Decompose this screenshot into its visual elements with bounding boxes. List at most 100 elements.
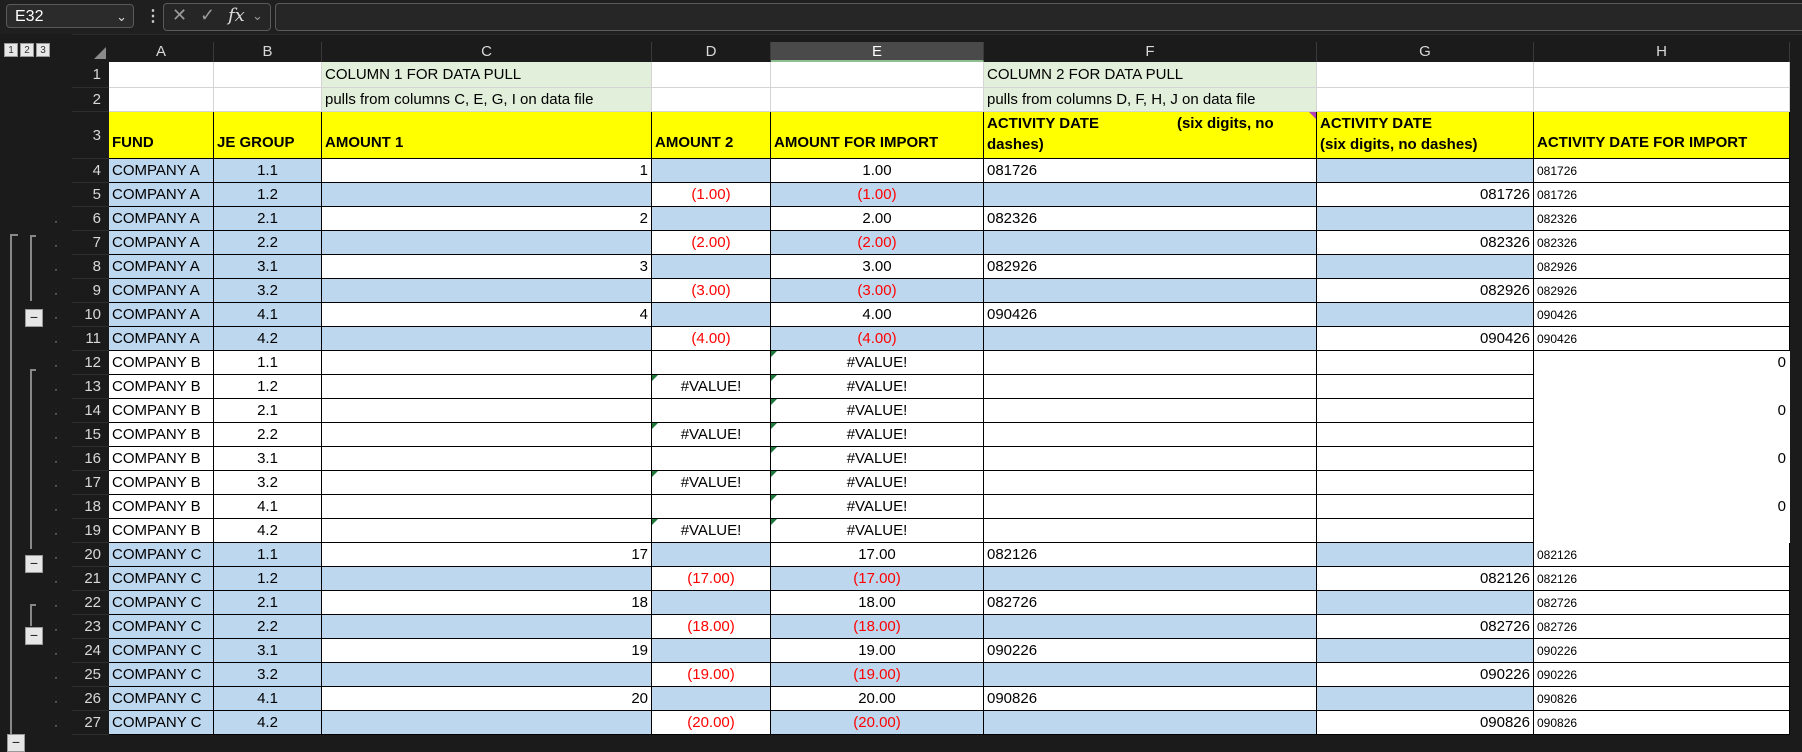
cell-b17[interactable]: 3.2 (214, 471, 322, 495)
row-header-18[interactable]: 18 (72, 495, 109, 519)
cell-c26[interactable]: 20 (322, 687, 652, 711)
row-header-12[interactable]: 12 (72, 351, 109, 375)
row-header-7[interactable]: 7 (72, 231, 109, 255)
insert-function-icon[interactable]: fx (228, 5, 245, 26)
column-header-a[interactable]: A (109, 42, 214, 62)
cell-h16[interactable]: 0 (1534, 447, 1790, 471)
cell-h6[interactable]: 082326 (1534, 207, 1790, 231)
cell-e16[interactable]: #VALUE! (771, 447, 984, 471)
cell-f15[interactable] (984, 423, 1317, 447)
cell-d9[interactable]: (3.00) (652, 279, 771, 303)
cell-a22[interactable]: COMPANY C (109, 591, 214, 615)
cell-f27[interactable] (984, 711, 1317, 735)
cell-g15[interactable] (1317, 423, 1534, 447)
cell-e19[interactable]: #VALUE! (771, 519, 984, 543)
error-indicator-icon[interactable] (652, 471, 658, 477)
outline-level-3-button[interactable]: 3 (36, 43, 50, 57)
cell-g9[interactable]: 082926 (1317, 279, 1534, 303)
cell-a21[interactable]: COMPANY C (109, 567, 214, 591)
header-b[interactable]: JE GROUP (214, 112, 322, 159)
cell-e1[interactable] (771, 62, 984, 88)
cell-a20[interactable]: COMPANY C (109, 543, 214, 567)
cell-c27[interactable] (322, 711, 652, 735)
cell-b22[interactable]: 2.1 (214, 591, 322, 615)
cell-c13[interactable] (322, 375, 652, 399)
cell-e4[interactable]: 1.00 (771, 159, 984, 183)
cell-h11[interactable]: 090426 (1534, 327, 1790, 351)
cell-c19[interactable] (322, 519, 652, 543)
cell-c16[interactable] (322, 447, 652, 471)
column-header-f[interactable]: F (984, 42, 1317, 62)
cell-e25[interactable]: (19.00) (771, 663, 984, 687)
cell-a12[interactable]: COMPANY B (109, 351, 214, 375)
cell-d2[interactable] (652, 88, 771, 112)
error-indicator-icon[interactable] (771, 375, 777, 381)
cell-f22[interactable]: 082726 (984, 591, 1317, 615)
cell-f24[interactable]: 090226 (984, 639, 1317, 663)
header-g[interactable]: ACTIVITY DATE (six digits, no dashes) (1317, 112, 1534, 159)
row-header-5[interactable]: 5 (72, 183, 109, 207)
cell-a5[interactable]: COMPANY A (109, 183, 214, 207)
cell-c4[interactable]: 1 (322, 159, 652, 183)
row-header-8[interactable]: 8 (72, 255, 109, 279)
cell-h21[interactable]: 082126 (1534, 567, 1790, 591)
cell-d6[interactable] (652, 207, 771, 231)
column-header-e[interactable]: E (771, 42, 984, 62)
cell-g7[interactable]: 082326 (1317, 231, 1534, 255)
cell-g11[interactable]: 090426 (1317, 327, 1534, 351)
error-indicator-icon[interactable] (771, 495, 777, 501)
comment-indicator-icon[interactable] (1309, 112, 1316, 119)
cell-d5[interactable]: (1.00) (652, 183, 771, 207)
row-header-13[interactable]: 13 (72, 375, 109, 399)
cancel-icon[interactable]: ✕ (172, 5, 187, 26)
cell-c8[interactable]: 3 (322, 255, 652, 279)
cell-a16[interactable]: COMPANY B (109, 447, 214, 471)
cell-h15[interactable] (1534, 423, 1790, 447)
cell-g19[interactable] (1317, 519, 1534, 543)
cell-b14[interactable]: 2.1 (214, 399, 322, 423)
cell-b1[interactable] (214, 62, 322, 88)
cell-d21[interactable]: (17.00) (652, 567, 771, 591)
cell-a19[interactable]: COMPANY B (109, 519, 214, 543)
cell-c12[interactable] (322, 351, 652, 375)
row-header-14[interactable]: 14 (72, 399, 109, 423)
cell-b6[interactable]: 2.1 (214, 207, 322, 231)
cell-b4[interactable]: 1.1 (214, 159, 322, 183)
cell-h10[interactable]: 090426 (1534, 303, 1790, 327)
header-d[interactable]: AMOUNT 2 (652, 112, 771, 159)
cell-f7[interactable] (984, 231, 1317, 255)
header-a[interactable]: FUND (109, 112, 214, 159)
cell-f16[interactable] (984, 447, 1317, 471)
cell-c11[interactable] (322, 327, 652, 351)
column-header-h[interactable]: H (1534, 42, 1790, 62)
cell-b21[interactable]: 1.2 (214, 567, 322, 591)
cell-d17[interactable]: #VALUE! (652, 471, 771, 495)
cell-e2[interactable] (771, 88, 984, 112)
cell-f17[interactable] (984, 471, 1317, 495)
cell-h5[interactable]: 081726 (1534, 183, 1790, 207)
cell-c9[interactable] (322, 279, 652, 303)
cell-h2[interactable] (1534, 88, 1790, 112)
cell-h14[interactable]: 0 (1534, 399, 1790, 423)
cell-h13[interactable] (1534, 375, 1790, 399)
column-header-d[interactable]: D (652, 42, 771, 62)
cell-a24[interactable]: COMPANY C (109, 639, 214, 663)
cell-e27[interactable]: (20.00) (771, 711, 984, 735)
row-header-6[interactable]: 6 (72, 207, 109, 231)
row-header-22[interactable]: 22 (72, 591, 109, 615)
column-header-b[interactable]: B (214, 42, 322, 62)
cell-c20[interactable]: 17 (322, 543, 652, 567)
cell-b7[interactable]: 2.2 (214, 231, 322, 255)
cell-f12[interactable] (984, 351, 1317, 375)
cell-e17[interactable]: #VALUE! (771, 471, 984, 495)
cell-f13[interactable] (984, 375, 1317, 399)
cell-b18[interactable]: 4.1 (214, 495, 322, 519)
row-header-3[interactable]: 3 (72, 112, 109, 159)
cell-g8[interactable] (1317, 255, 1534, 279)
cell-e11[interactable]: (4.00) (771, 327, 984, 351)
cell-b25[interactable]: 3.2 (214, 663, 322, 687)
cell-h26[interactable]: 090826 (1534, 687, 1790, 711)
cell-a6[interactable]: COMPANY A (109, 207, 214, 231)
cell-c18[interactable] (322, 495, 652, 519)
cell-a4[interactable]: COMPANY A (109, 159, 214, 183)
